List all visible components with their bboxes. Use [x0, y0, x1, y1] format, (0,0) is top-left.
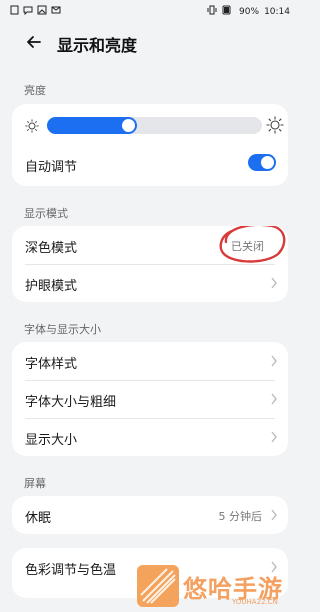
- sun-large-icon: [266, 116, 284, 138]
- page-header: 显示和亮度: [0, 22, 300, 62]
- status-right-icons: 90% 10:14: [207, 5, 290, 18]
- red-circle-annotation: [219, 226, 286, 263]
- chat-icon: [23, 5, 33, 18]
- auto-brightness-label: 自动调节: [25, 160, 78, 175]
- mail-icon: [51, 5, 61, 18]
- chevron-right-icon: [271, 355, 277, 367]
- watermark-url: YOUHA22.CN: [232, 598, 278, 606]
- section-label-screen: 屏幕: [24, 477, 46, 490]
- screen-card: 休眠 5 分钟后: [12, 496, 288, 534]
- brightness-slider-row: [12, 104, 288, 148]
- chevron-right-icon: [271, 509, 277, 521]
- battery-percent: 90%: [239, 6, 260, 17]
- eye-comfort-label: 护眼模式: [25, 279, 78, 294]
- sim-icon: [10, 5, 19, 18]
- font-style-label: 字体样式: [25, 357, 78, 372]
- chevron-right-icon: [271, 393, 277, 405]
- dark-mode-label: 深色模式: [25, 241, 78, 256]
- watermark-logo: [137, 565, 179, 607]
- battery-icon: [222, 5, 234, 18]
- watermark: 悠哈手游 YOUHA22.CN: [137, 565, 300, 612]
- color-temp-label: 色彩调节与色温: [25, 563, 117, 578]
- font-style-row[interactable]: 字体样式: [12, 342, 288, 380]
- chevron-right-icon: [271, 431, 277, 443]
- brightness-slider[interactable]: [47, 117, 262, 134]
- sleep-value: 5 分钟后: [218, 510, 263, 523]
- chevron-right-icon: [271, 277, 277, 289]
- toggle-knob: [261, 156, 274, 169]
- sleep-row[interactable]: 休眠 5 分钟后: [12, 496, 288, 534]
- auto-brightness-row[interactable]: 自动调节: [12, 148, 288, 186]
- auto-brightness-toggle[interactable]: [248, 154, 276, 171]
- status-bar: 90% 10:14: [0, 0, 300, 22]
- section-label-brightness: 亮度: [24, 84, 46, 97]
- brightness-slider-thumb[interactable]: [122, 119, 135, 132]
- eye-comfort-row[interactable]: 护眼模式: [12, 264, 288, 302]
- back-button[interactable]: [22, 30, 46, 54]
- dark-mode-row[interactable]: 深色模式 已关闭: [12, 226, 288, 264]
- display-size-row[interactable]: 显示大小: [12, 418, 288, 456]
- back-arrow-icon: [27, 36, 41, 48]
- section-label-display-mode: 显示模式: [24, 207, 68, 220]
- sleep-label: 休眠: [25, 511, 52, 526]
- display-mode-card: 深色模式 已关闭 护眼模式: [12, 226, 288, 302]
- font-display-card: 字体样式 字体大小与粗细 显示大小: [12, 342, 288, 456]
- picture-icon: [37, 5, 47, 18]
- font-size-label: 字体大小与粗细: [25, 395, 117, 410]
- vibrate-icon: [207, 5, 217, 18]
- section-label-font-display: 字体与显示大小: [24, 323, 101, 336]
- page-title: 显示和亮度: [57, 36, 138, 55]
- status-left-icons: [10, 5, 61, 18]
- font-size-row[interactable]: 字体大小与粗细: [12, 380, 288, 418]
- display-size-label: 显示大小: [25, 433, 78, 448]
- brightness-card: 自动调节: [12, 104, 288, 186]
- sun-small-icon: [25, 118, 39, 137]
- clock: 10:14: [264, 6, 290, 17]
